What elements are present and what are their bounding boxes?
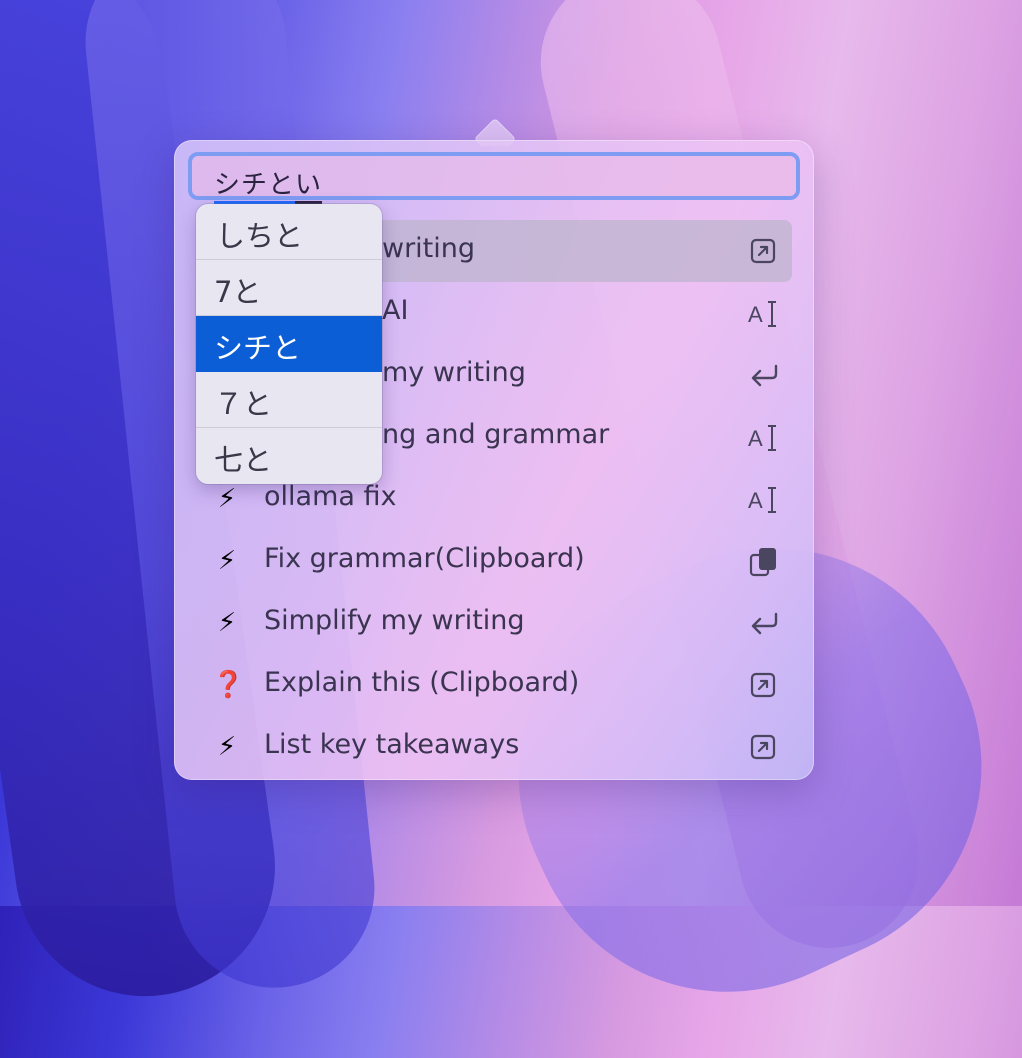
command-label: writing (382, 233, 476, 264)
search-input[interactable]: シチとい (188, 152, 800, 204)
ime-candidate-selected[interactable]: シチと (196, 316, 382, 372)
search-input-text: シチとい (214, 164, 323, 204)
open-external-icon (748, 732, 778, 762)
ime-candidate[interactable]: ７と (196, 372, 382, 428)
command-item[interactable]: ⚡ List key takeaways (196, 716, 792, 778)
candidate-text: 七と (214, 443, 273, 477)
return-icon (748, 360, 778, 390)
open-external-icon (748, 670, 778, 700)
command-label: my writing (382, 357, 526, 388)
svg-text:A: A (748, 426, 763, 451)
command-item[interactable]: ❓ Explain this (Clipboard) (196, 654, 792, 716)
ime-candidate-window: しちと 7と シチと ７と 七と (196, 204, 382, 484)
open-external-icon (748, 236, 778, 266)
candidate-text: しちと (216, 219, 304, 253)
text-cursor-icon: A (748, 484, 778, 514)
lightning-icon: ⚡ (217, 732, 237, 762)
command-label: Explain this (Clipboard) (264, 667, 580, 698)
return-icon (748, 608, 778, 638)
text-cursor-icon: A (748, 298, 778, 328)
text-cursor-icon: A (748, 422, 778, 452)
ime-candidate[interactable]: しちと (196, 204, 382, 260)
ime-candidate[interactable]: 七と (196, 428, 382, 484)
command-label: ollama fix (264, 481, 397, 512)
command-item[interactable]: ⚡ Fix grammar(Clipboard) (196, 530, 792, 592)
ime-candidate[interactable]: 7と (196, 260, 382, 316)
ime-composing-clause: シチと (214, 170, 296, 204)
clipboard-icon (748, 546, 778, 577)
command-label: Simplify my writing (264, 605, 525, 636)
svg-text:A: A (748, 302, 763, 327)
ime-pending-text: い (295, 170, 323, 204)
question-mark-icon: ❓ (212, 670, 245, 700)
candidate-text: 7と (214, 275, 262, 309)
command-label: ng and grammar (382, 419, 610, 450)
command-label: List key takeaways (264, 729, 520, 760)
command-label: Fix grammar(Clipboard) (264, 543, 585, 574)
command-item[interactable]: ⚡ Simplify my writing (196, 592, 792, 654)
svg-text:A: A (748, 488, 763, 513)
command-label: AI (382, 295, 409, 326)
lightning-icon: ⚡ (217, 484, 237, 514)
lightning-icon: ⚡ (217, 608, 237, 638)
lightning-icon: ⚡ (217, 546, 237, 576)
candidate-text: ７と (214, 387, 273, 421)
candidate-text: シチと (214, 331, 302, 365)
